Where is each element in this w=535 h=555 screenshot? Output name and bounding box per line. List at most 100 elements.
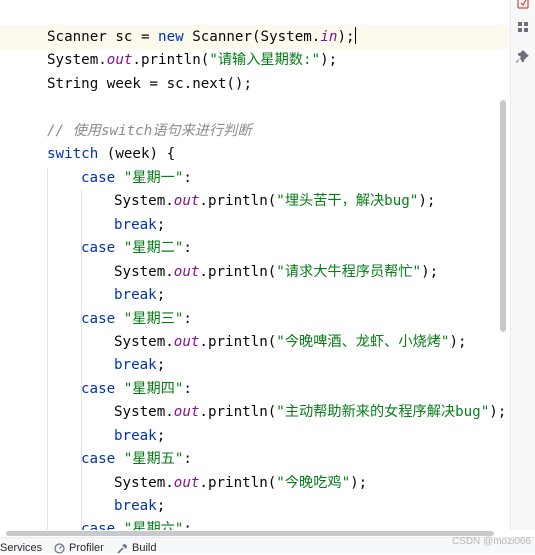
code-token: case (81, 521, 116, 530)
horizontal-scrollbar[interactable] (6, 531, 494, 536)
code-token: ; (156, 287, 166, 303)
code-token: (week) { (98, 146, 176, 162)
code-line: System.out.println("今晚啤酒、龙虾、小烧烤"); (114, 330, 467, 354)
code-token: "星期五" (123, 451, 184, 467)
code-token: .println( (199, 334, 277, 350)
code-line: break; (114, 424, 165, 448)
code-token: ); (489, 404, 507, 420)
code-token: out (173, 404, 200, 420)
code-token: case (81, 240, 116, 256)
code-token: "星期一" (123, 170, 184, 186)
code-token: case (81, 381, 116, 397)
code-token: ; (156, 217, 166, 233)
code-token: "主动帮助新来的女程序解决bug" (276, 404, 490, 420)
code-token: System. (114, 193, 174, 209)
code-token: break (114, 428, 157, 444)
code-token: ); (449, 334, 467, 350)
code-token: ); (350, 475, 368, 491)
code-line: System.out.println("请求大牛程序员帮忙"); (114, 260, 438, 284)
code-token: : (183, 381, 192, 397)
code-token: ); (320, 52, 338, 68)
profiler-icon (54, 542, 65, 554)
code-token: case (81, 170, 116, 186)
code-token: Scanner(System. (183, 29, 321, 45)
hammer-icon (117, 543, 127, 554)
code-token: "今晚啤酒、龙虾、小烧烤" (276, 334, 450, 350)
code-token: switch (47, 146, 99, 162)
code-token: "请求大牛程序员帮忙" (276, 264, 422, 280)
code-line: // 使用switch语句来进行判断 (47, 119, 252, 143)
right-tool-strip (510, 0, 535, 530)
code-token: out (106, 52, 133, 68)
code-line: break; (114, 353, 165, 377)
code-line: break; (114, 283, 165, 307)
code-token: out (173, 334, 200, 350)
code-editor[interactable]: Scanner sc = new Scanner(System.in); Syst… (0, 0, 510, 530)
code-token: System. (47, 52, 107, 68)
code-token: case (81, 311, 116, 327)
code-token: : (183, 451, 192, 467)
code-token: break (114, 217, 157, 233)
code-line: Scanner sc = new Scanner(System.in); (47, 25, 357, 49)
code-line: break; (114, 213, 165, 237)
code-token: System. (114, 404, 174, 420)
indent-guide (47, 168, 48, 530)
code-token: "星期六" (123, 521, 184, 530)
code-token: .println( (199, 404, 277, 420)
code-token: // 使用switch语句来进行判断 (47, 123, 252, 139)
code-token: .println( (132, 52, 210, 68)
pin-icon[interactable] (515, 49, 531, 65)
code-token: out (173, 193, 200, 209)
code-token: "星期四" (123, 381, 184, 397)
code-token: .println( (199, 475, 277, 491)
code-token: Scanner sc = (47, 29, 159, 45)
code-line: case "星期四": (81, 377, 192, 401)
code-token: ; (156, 357, 166, 373)
code-line: case "星期六": (81, 517, 192, 530)
code-token: .println( (199, 193, 277, 209)
structure-icon[interactable] (515, 19, 531, 35)
code-token: "请输入星期数:" (209, 52, 321, 68)
code-token: ); (337, 29, 355, 45)
code-token: .println( (199, 264, 277, 280)
code-line: String week = sc.next(); (47, 72, 252, 96)
code-line: case "星期三": (81, 307, 192, 331)
code-line: case "星期一": (81, 166, 192, 190)
code-token: : (183, 170, 192, 186)
code-token: ; (156, 498, 166, 514)
code-line: System.out.println("请输入星期数:"); (47, 48, 337, 72)
code-token: in (320, 29, 338, 45)
code-line: System.out.println("主动帮助新来的女程序解决bug"); (114, 400, 506, 424)
bookmark-icon[interactable] (515, 0, 531, 10)
code-token: new (158, 29, 184, 45)
code-token: out (173, 475, 200, 491)
code-token: case (81, 451, 116, 467)
code-line: break; (114, 494, 165, 518)
code-line: System.out.println("今晚吃鸡"); (114, 471, 367, 495)
code-token: : (183, 240, 192, 256)
code-token: System. (114, 475, 174, 491)
code-token: "今晚吃鸡" (276, 475, 351, 491)
code-token: System. (114, 334, 174, 350)
code-line: case "星期二": (81, 236, 192, 260)
code-token: break (114, 498, 157, 514)
code-token: ); (418, 193, 436, 209)
code-token: : (183, 311, 192, 327)
vertical-scrollbar[interactable] (500, 100, 506, 332)
code-token: String week = sc.next(); (47, 76, 252, 92)
code-token: ; (156, 428, 166, 444)
watermark: CSDN @mozi066 (451, 536, 531, 547)
code-token: ); (421, 264, 439, 280)
code-line: System.out.println("埋头苦干，解决bug"); (114, 189, 435, 213)
code-token: "埋头苦干，解决bug" (276, 193, 419, 209)
text-caret (354, 27, 357, 44)
code-token: "星期二" (123, 240, 184, 256)
code-token: System. (114, 264, 174, 280)
code-token: break (114, 357, 157, 373)
